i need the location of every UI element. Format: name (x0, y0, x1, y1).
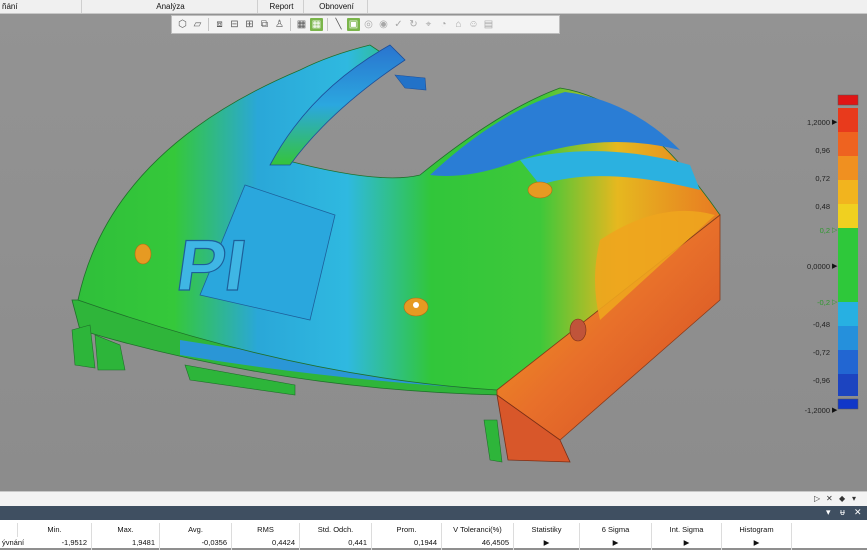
ruler-icon[interactable]: ▤ (482, 18, 495, 31)
column-header-min[interactable]: Min. (18, 523, 92, 537)
copy-view-icon[interactable]: ⧉ (258, 18, 271, 31)
chevron-down-icon[interactable]: ▾ (826, 507, 831, 518)
scale-label: 0,72 (815, 174, 830, 183)
color-scale-legend: 1,2000 ▶ 0,96 0,72 0,48 0,2 ▷ 0,0000 ▶ -… (790, 94, 867, 434)
section-icon[interactable]: ⌂ (452, 18, 465, 31)
checkmark-icon[interactable]: ✓ (392, 18, 405, 31)
scale-label: -0,48 (812, 320, 830, 329)
figure-icon[interactable]: ♙ (273, 18, 286, 31)
cube-box-icon[interactable]: ⧈ (213, 18, 226, 31)
menu-item-comparison[interactable]: ñání (0, 0, 82, 13)
column-header-avg[interactable]: Avg. (160, 523, 232, 537)
rotate-icon[interactable]: ↻ (407, 18, 420, 31)
column-header-int-sigma[interactable]: Int. Sigma (652, 523, 722, 537)
3d-viewport[interactable]: PI ⬡ ▱ ⧈ ⊟ ⊞ ⧉ ♙ ▦ ▦ ╲ ▣ ◎ ◉ ✓ ↻ ⌖ ◔ ⌂ ☺… (0, 14, 867, 491)
table-header-spacer (0, 523, 18, 537)
play-icon[interactable]: ▷ (814, 494, 820, 503)
line-tool-icon[interactable]: ╲ (332, 18, 345, 31)
column-header-6-sigma[interactable]: 6 Sigma (580, 523, 652, 537)
boss-side (569, 318, 587, 342)
person-icon[interactable]: ☺ (467, 18, 480, 31)
arm-pin (394, 74, 427, 91)
column-header-variance[interactable]: Prom. (372, 523, 442, 537)
menu-item-report[interactable]: Report (258, 0, 304, 13)
scale-label: -0,72 (812, 348, 830, 357)
scale-label: -0,96 (812, 376, 830, 385)
scale-arrow-zero[interactable]: ▶ (832, 262, 837, 270)
probe-point (413, 302, 419, 308)
column-header-rms[interactable]: RMS (232, 523, 300, 537)
panel-tab-strip: ▷ ✕ ◆ ▾ (0, 491, 867, 506)
scale-label: 0,48 (815, 202, 830, 211)
toolbar-divider (327, 18, 328, 31)
scale-arrow-upper-tolerance[interactable]: ▷ (832, 226, 837, 234)
pin-icon[interactable]: ᵾ (840, 507, 845, 517)
scale-arrow-lower-tolerance[interactable]: ▷ (832, 298, 837, 306)
scale-label-zero: 0,0000 (807, 262, 830, 271)
boss-right (527, 181, 553, 199)
front-view-icon[interactable]: ⊟ (228, 18, 241, 31)
sphere-icon[interactable]: ⬡ (176, 18, 189, 31)
scale-arrow-min: ▶ (832, 407, 838, 414)
scale-label-min: -1,2000 (804, 406, 830, 415)
close-icon[interactable]: ✕ (854, 507, 862, 518)
scale-label: 0,96 (815, 146, 830, 155)
menu-bar: ñání Analýza Report Obnovení (0, 0, 867, 14)
results-panel-header: ▾ ᵾ ✕ (0, 506, 867, 520)
scale-label-max: 1,2000 (807, 118, 830, 127)
column-header-histogram[interactable]: Histogram (722, 523, 792, 537)
column-header-in-tolerance[interactable]: V Toleranci(%) (442, 523, 514, 537)
circle-target-icon[interactable]: ◉ (377, 18, 390, 31)
right-leg-green (483, 419, 503, 463)
close-icon[interactable]: ✕ (826, 494, 833, 503)
measure-icon[interactable]: ⌖ (422, 18, 435, 31)
view-toolbar: ⬡ ▱ ⧈ ⊟ ⊞ ⧉ ♙ ▦ ▦ ╲ ▣ ◎ ◉ ✓ ↻ ⌖ ◔ ⌂ ☺ ▤ (171, 15, 560, 34)
results-table: Min. Max. Avg. RMS Std. Odch. Prom. V To… (0, 520, 867, 550)
grid-icon[interactable]: ▦ (295, 18, 308, 31)
plane-fill-icon[interactable]: ▣ (347, 18, 360, 31)
cube-icon[interactable]: ▱ (191, 18, 204, 31)
scale-label-lower-tolerance: -0,2 (817, 298, 830, 307)
toolbar-divider (290, 18, 291, 31)
column-header-statistics[interactable]: Statistiky (514, 523, 580, 537)
scale-arrow-max: ▶ (832, 119, 838, 126)
menu-item-refresh[interactable]: Obnovení (304, 0, 368, 13)
toolbar-divider (208, 18, 209, 31)
column-header-std-dev[interactable]: Std. Odch. (300, 523, 372, 537)
grid-active-icon[interactable]: ▦ (310, 18, 323, 31)
gauge-icon[interactable]: ◔ (437, 18, 450, 31)
side-view-icon[interactable]: ⊞ (243, 18, 256, 31)
pin-icon[interactable]: ◆ (839, 494, 845, 503)
deviation-color-map-model[interactable]: PI (0, 14, 867, 491)
menu-item-analysis[interactable]: Analýza (82, 0, 258, 13)
logo-mark: PI (172, 226, 251, 306)
boss-left (134, 243, 152, 265)
column-header-max[interactable]: Max. (92, 523, 160, 537)
scale-label-upper-tolerance: 0,2 (819, 226, 830, 235)
target-icon[interactable]: ◎ (362, 18, 375, 31)
chevron-down-icon[interactable]: ▾ (852, 494, 856, 503)
